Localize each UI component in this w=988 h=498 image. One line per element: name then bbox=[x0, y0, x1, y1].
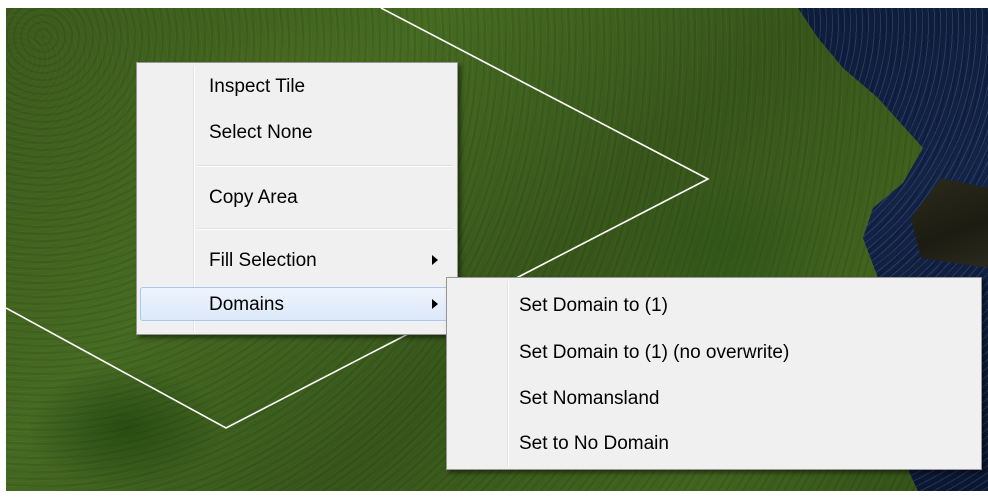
menu-item-set-domain-1[interactable]: Set Domain to (1) bbox=[450, 288, 978, 322]
menu-item-select-none[interactable]: Select None bbox=[140, 115, 454, 149]
menu-item-label: Set Domain to (1) bbox=[519, 295, 668, 316]
domains-submenu: Set Domain to (1) Set Domain to (1) (no … bbox=[446, 277, 982, 470]
menu-item-domains[interactable]: Domains bbox=[140, 287, 454, 321]
menu-item-label: Copy Area bbox=[209, 187, 298, 208]
menu-item-label: Fill Selection bbox=[209, 250, 317, 271]
menu-separator bbox=[197, 228, 453, 230]
menu-item-set-domain-1-no-overwrite[interactable]: Set Domain to (1) (no overwrite) bbox=[450, 335, 978, 369]
menu-item-label: Set to No Domain bbox=[519, 433, 669, 454]
submenu-arrow-icon bbox=[432, 299, 438, 309]
context-menu: Inspect Tile Select None Copy Area Fill … bbox=[136, 62, 458, 335]
menu-separator bbox=[197, 165, 453, 167]
submenu-arrow-icon bbox=[432, 255, 438, 265]
menu-item-label: Inspect Tile bbox=[209, 76, 306, 97]
menu-item-label: Set Nomansland bbox=[519, 388, 660, 409]
menu-item-label: Select None bbox=[209, 122, 313, 143]
menu-item-set-no-domain[interactable]: Set to No Domain bbox=[450, 426, 978, 460]
menu-item-set-nomansland[interactable]: Set Nomansland bbox=[450, 381, 978, 415]
menu-item-copy-area[interactable]: Copy Area bbox=[140, 180, 454, 214]
menu-item-label: Set Domain to (1) (no overwrite) bbox=[519, 342, 790, 363]
menu-item-fill-selection[interactable]: Fill Selection bbox=[140, 243, 454, 277]
menu-item-inspect-tile[interactable]: Inspect Tile bbox=[140, 69, 454, 103]
menu-item-label: Domains bbox=[209, 294, 284, 315]
